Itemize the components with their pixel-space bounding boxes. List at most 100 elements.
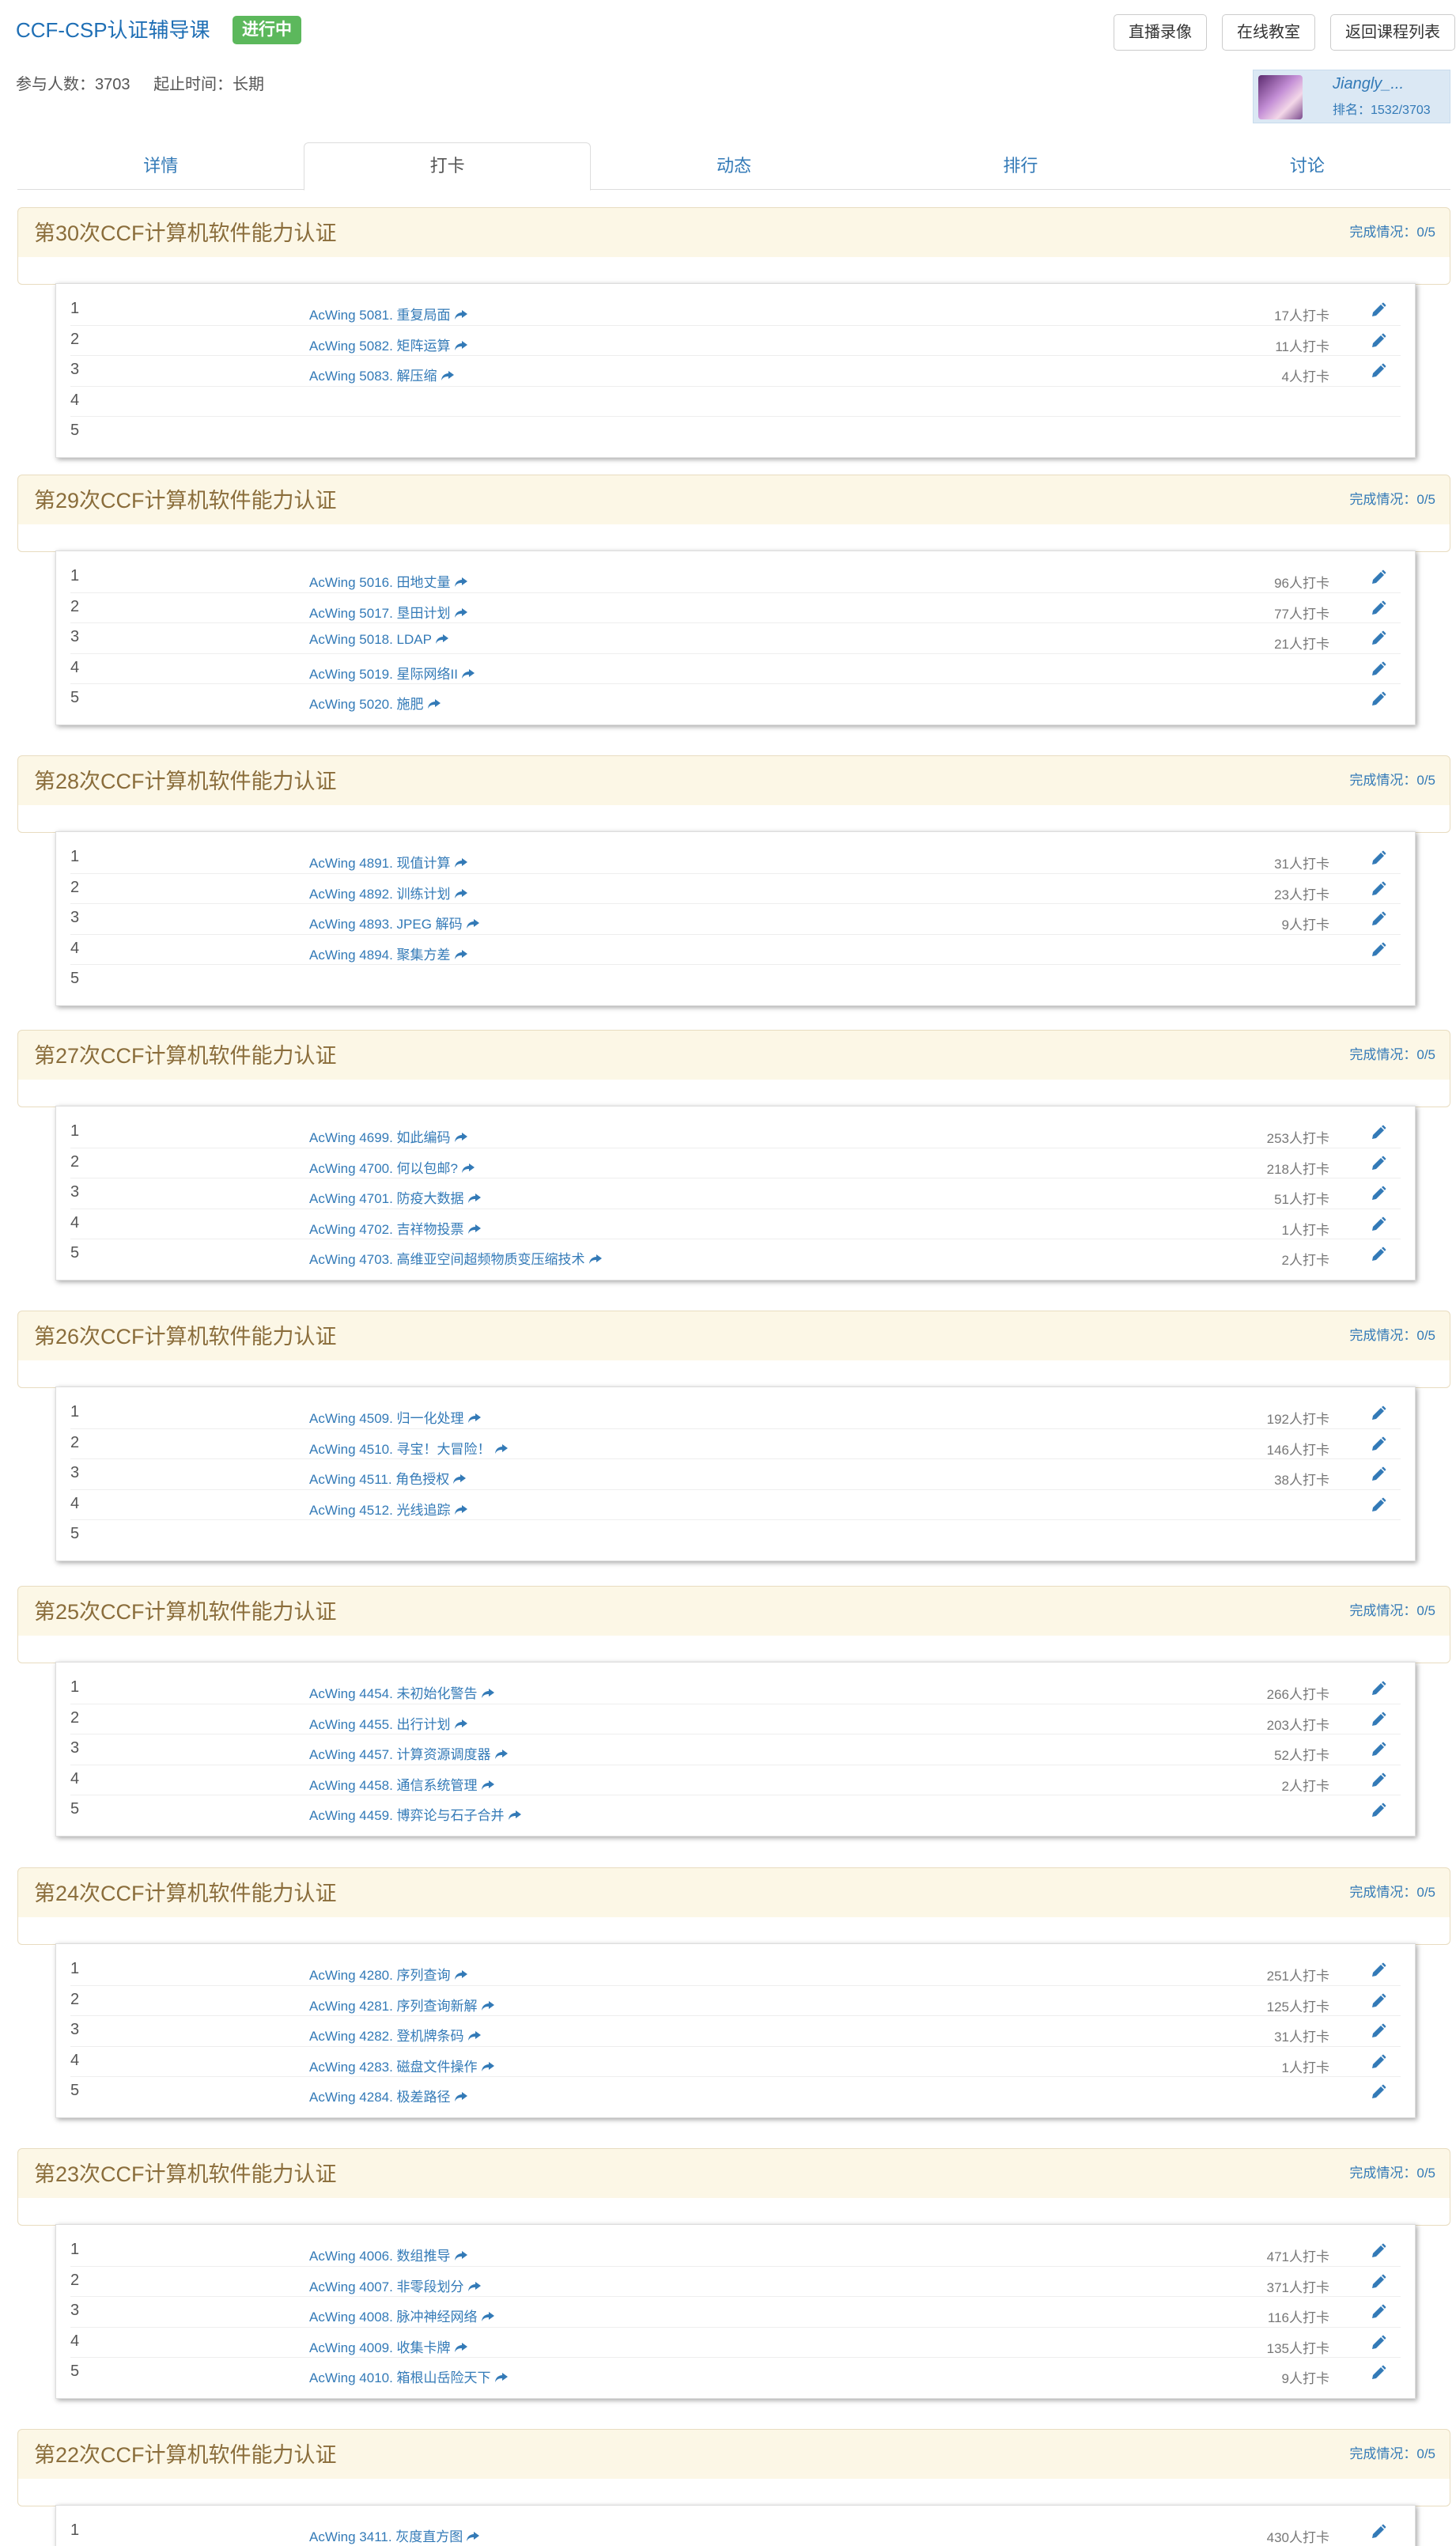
- problem-link[interactable]: AcWing 5082. 矩阵运算: [309, 335, 468, 354]
- problem-link[interactable]: AcWing 4700. 何以包邮?: [309, 1157, 475, 1177]
- edit-icon[interactable]: [1369, 1436, 1386, 1454]
- problem-title[interactable]: AcWing 4701. 防疫大数据: [309, 1191, 464, 1206]
- problem-title[interactable]: AcWing 5081. 重复局面: [309, 308, 451, 323]
- problem-link[interactable]: AcWing 4282. 登机牌条码: [309, 2025, 482, 2045]
- live-replay-button[interactable]: 直播录像: [1114, 14, 1207, 51]
- edit-icon[interactable]: [1369, 1466, 1386, 1484]
- edit-icon[interactable]: [1369, 1803, 1386, 1820]
- problem-link[interactable]: AcWing 4006. 数组推导: [309, 2245, 468, 2264]
- edit-icon[interactable]: [1369, 363, 1386, 380]
- problem-link[interactable]: AcWing 4893. JPEG 解码: [309, 913, 480, 933]
- edit-icon[interactable]: [1369, 600, 1386, 618]
- edit-icon[interactable]: [1369, 1681, 1386, 1698]
- edit-icon[interactable]: [1369, 2304, 1386, 2321]
- edit-icon[interactable]: [1369, 333, 1386, 350]
- problem-title[interactable]: AcWing 4006. 数组推导: [309, 2249, 451, 2264]
- problem-link[interactable]: AcWing 5083. 解压缩: [309, 365, 455, 384]
- problem-title[interactable]: AcWing 4282. 登机牌条码: [309, 2029, 464, 2044]
- problem-title[interactable]: AcWing 4457. 计算资源调度器: [309, 1747, 491, 1762]
- problem-link[interactable]: AcWing 4009. 收集卡牌: [309, 2336, 468, 2356]
- edit-icon[interactable]: [1369, 2365, 1386, 2382]
- problem-title[interactable]: AcWing 4283. 磁盘文件操作: [309, 2060, 478, 2075]
- user-card[interactable]: Jiangly_... 排名：1532/3703: [1253, 70, 1450, 123]
- problem-title[interactable]: AcWing 4280. 序列查询: [309, 1968, 451, 1983]
- problem-link[interactable]: AcWing 4702. 吉祥物投票: [309, 1218, 482, 1238]
- edit-icon[interactable]: [1369, 691, 1386, 709]
- tab-activity[interactable]: 动态: [591, 142, 877, 189]
- problem-title[interactable]: AcWing 4284. 极差路径: [309, 2090, 451, 2105]
- problem-link[interactable]: AcWing 5016. 田地丈量: [309, 571, 468, 591]
- edit-icon[interactable]: [1369, 1712, 1386, 1729]
- problem-title[interactable]: AcWing 4009. 收集卡牌: [309, 2340, 451, 2355]
- edit-icon[interactable]: [1369, 2243, 1386, 2260]
- problem-title[interactable]: AcWing 4891. 现值计算: [309, 856, 451, 871]
- problem-link[interactable]: AcWing 5081. 重复局面: [309, 304, 468, 323]
- problem-title[interactable]: AcWing 4281. 序列查询新解: [309, 1999, 478, 2014]
- edit-icon[interactable]: [1369, 881, 1386, 898]
- edit-icon[interactable]: [1369, 911, 1386, 929]
- edit-icon[interactable]: [1369, 2054, 1386, 2071]
- edit-icon[interactable]: [1369, 2023, 1386, 2041]
- problem-title[interactable]: AcWing 5020. 施肥: [309, 697, 424, 712]
- problem-link[interactable]: AcWing 4010. 箱根山岳险天下: [309, 2366, 509, 2386]
- problem-link[interactable]: AcWing 4007. 非零段划分: [309, 2276, 482, 2295]
- problem-link[interactable]: AcWing 4008. 脉冲神经网络: [309, 2306, 495, 2325]
- problem-link[interactable]: AcWing 4894. 聚集方差: [309, 944, 468, 963]
- edit-icon[interactable]: [1369, 2084, 1386, 2101]
- problem-title[interactable]: AcWing 4008. 脉冲神经网络: [309, 2310, 478, 2325]
- problem-title[interactable]: AcWing 4702. 吉祥物投票: [309, 1222, 464, 1237]
- problem-link[interactable]: AcWing 4511. 角色授权: [309, 1468, 467, 1488]
- edit-icon[interactable]: [1369, 942, 1386, 959]
- problem-title[interactable]: AcWing 4458. 通信系统管理: [309, 1778, 478, 1793]
- course-title[interactable]: CCF-CSP认证辅导课: [16, 16, 210, 44]
- problem-link[interactable]: AcWing 5020. 施肥: [309, 693, 441, 713]
- edit-icon[interactable]: [1369, 2274, 1386, 2291]
- edit-icon[interactable]: [1369, 1497, 1386, 1515]
- edit-icon[interactable]: [1369, 1742, 1386, 1759]
- problem-link[interactable]: AcWing 4281. 序列查询新解: [309, 1995, 495, 2014]
- problem-link[interactable]: AcWing 5019. 星际网络II: [309, 663, 475, 683]
- problem-title[interactable]: AcWing 4894. 聚集方差: [309, 948, 451, 963]
- avatar[interactable]: [1258, 75, 1303, 119]
- edit-icon[interactable]: [1369, 630, 1386, 648]
- problem-title[interactable]: AcWing 4703. 高维亚空间超频物质变压缩技术: [309, 1252, 585, 1267]
- problem-title[interactable]: AcWing 5017. 垦田计划: [309, 606, 451, 621]
- problem-link[interactable]: AcWing 5018. LDAP: [309, 632, 449, 648]
- edit-icon[interactable]: [1369, 302, 1386, 320]
- problem-title[interactable]: AcWing 4509. 归一化处理: [309, 1411, 464, 1426]
- user-name[interactable]: Jiangly_...: [1333, 75, 1404, 93]
- problem-link[interactable]: AcWing 4703. 高维亚空间超频物质变压缩技术: [309, 1248, 603, 1268]
- edit-icon[interactable]: [1369, 569, 1386, 587]
- problem-link[interactable]: AcWing 4457. 计算资源调度器: [309, 1743, 509, 1763]
- back-to-courses-button[interactable]: 返回课程列表: [1330, 14, 1455, 51]
- problem-title[interactable]: AcWing 3411. 灰度直方图: [309, 2529, 463, 2544]
- problem-link[interactable]: AcWing 4283. 磁盘文件操作: [309, 2056, 495, 2075]
- edit-icon[interactable]: [1369, 1247, 1386, 1264]
- edit-icon[interactable]: [1369, 1962, 1386, 1980]
- edit-icon[interactable]: [1369, 2335, 1386, 2352]
- problem-link[interactable]: AcWing 4510. 寻宝！大冒险！: [309, 1438, 509, 1458]
- problem-link[interactable]: AcWing 4701. 防疫大数据: [309, 1187, 482, 1207]
- tab-ranking[interactable]: 排行: [877, 142, 1163, 189]
- problem-title[interactable]: AcWing 4892. 训练计划: [309, 887, 451, 902]
- tab-checkin[interactable]: 打卡: [304, 142, 591, 191]
- problem-link[interactable]: AcWing 4458. 通信系统管理: [309, 1774, 495, 1794]
- edit-icon[interactable]: [1369, 1405, 1386, 1423]
- problem-title[interactable]: AcWing 4511. 角色授权: [309, 1472, 449, 1487]
- problem-title[interactable]: AcWing 4455. 出行计划: [309, 1717, 451, 1732]
- edit-icon[interactable]: [1369, 661, 1386, 679]
- problem-title[interactable]: AcWing 5018. LDAP: [309, 632, 432, 647]
- problem-link[interactable]: AcWing 4512. 光线追踪: [309, 1499, 468, 1519]
- edit-icon[interactable]: [1369, 1125, 1386, 1142]
- problem-link[interactable]: AcWing 3411. 灰度直方图: [309, 2525, 480, 2545]
- problem-title[interactable]: AcWing 5083. 解压缩: [309, 369, 437, 384]
- problem-link[interactable]: AcWing 4891. 现值计算: [309, 852, 468, 872]
- problem-link[interactable]: AcWing 4455. 出行计划: [309, 1713, 468, 1733]
- problem-link[interactable]: AcWing 4509. 归一化处理: [309, 1407, 482, 1427]
- edit-icon[interactable]: [1369, 1186, 1386, 1203]
- problem-title[interactable]: AcWing 4459. 博弈论与石子合并: [309, 1808, 505, 1823]
- tab-details[interactable]: 详情: [17, 142, 304, 189]
- edit-icon[interactable]: [1369, 2524, 1386, 2541]
- problem-title[interactable]: AcWing 5082. 矩阵运算: [309, 339, 451, 354]
- problem-link[interactable]: AcWing 4454. 未初始化警告: [309, 1682, 495, 1702]
